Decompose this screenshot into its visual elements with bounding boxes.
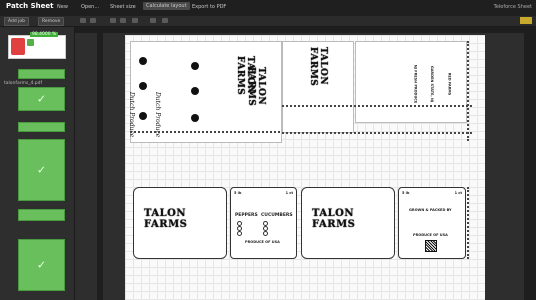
fit-icon[interactable] [132,18,138,23]
count-label: 1 ct [285,191,293,195]
logo-mark-icon [191,87,199,95]
job-thumbnail-selected[interactable] [8,35,66,59]
rotate-icon[interactable] [150,18,156,23]
checkbox-icon [237,231,242,236]
peppers-heading: PEPPERS [235,213,258,218]
job-thumbnail[interactable] [18,69,65,79]
add-job-button[interactable]: Add job [4,17,30,26]
logo-mark-icon [191,62,199,70]
app-brand: Teleforce Sheet [493,4,532,10]
left-ruler [97,33,103,300]
menu-open[interactable]: Open... [81,4,99,10]
logo-mark-icon [139,82,147,90]
check-icon: ✓ [36,163,47,177]
produce-of-label: PRODUCE OF USA [413,233,448,237]
grown-packed-label: GROWN & PACKED BY [409,208,452,212]
undo-icon[interactable] [80,18,86,23]
redo-icon[interactable] [90,18,96,23]
logo-card[interactable]: TALON FARMS [133,187,227,259]
cut-line [282,105,472,107]
app-title: Patch Sheet [6,2,54,10]
cut-line [130,131,280,133]
qr-code-icon [425,240,437,252]
logo-mark-icon [191,114,199,122]
cucumbers-heading: CUCUMBERS [261,213,293,218]
menu-bar: Patch Sheet New Open... Sheet size Calcu… [0,0,536,16]
label-panel-vertical[interactable]: TALON FARMS [282,41,354,133]
pdf-icon [11,38,25,55]
check-icon: ✓ [36,92,47,106]
toolbar: Add job Remove [0,16,536,27]
cut-line [282,132,472,134]
top-ruler [75,27,536,33]
cut-line [467,41,469,141]
job-thumbnail[interactable]: ✓ [18,87,65,111]
logo-card[interactable]: TALON FARMS [301,187,395,259]
logo-mark-icon [139,112,147,120]
check-badge-icon [27,39,34,46]
right-ruler [524,27,536,300]
zoom-out-icon[interactable] [110,18,116,23]
label-panel-vertical[interactable]: Dutch Produce Dutch Produce TALON FARMS … [128,41,282,143]
vertical-text: RED FARMS [447,72,452,96]
logo-mark-icon [139,57,147,65]
remove-button[interactable]: Remove [38,17,65,26]
brand-logo: TALON FARMS [144,208,188,230]
pepper-card[interactable]: 5 lb 1 ct PEPPERS CUCUMBERS PRODUCE OF U… [230,187,297,259]
zoom-in-icon[interactable] [120,18,126,23]
check-icon: ✓ [36,258,47,272]
size-label: 5 lb [402,191,410,195]
align-icon[interactable] [162,18,168,23]
label-panel-info[interactable]: NJ FRESH PRODUCE GARDEN STATE, NJ RED FA… [355,41,467,123]
menu-calculate-layout[interactable]: Calculate layout [143,2,190,10]
cut-line [467,187,469,259]
menu-export-pdf[interactable]: Export to PDF [192,4,226,10]
count-label: 1 ct [454,191,462,195]
job-file-name: talonfarms_4.pdf [4,81,43,86]
layout-canvas[interactable]: Dutch Produce Dutch Produce TALON FARMS … [75,27,536,300]
info-card[interactable]: 5 lb 1 ct GROWN & PACKED BY PRODUCE OF U… [398,187,466,259]
fit-percent: 98.4000 % [30,32,59,37]
vertical-text: NJ FRESH PRODUCE [413,64,418,104]
produce-of-label: PRODUCE OF USA [245,240,280,244]
checkbox-icon [263,231,268,236]
size-label: 5 lb [234,191,242,195]
side-stamp: GARDEN STATE, NJ [430,65,435,103]
job-list-panel: 98.4000 % talonfarms_4.pdf ✓ ✓ ✓ [0,27,75,300]
menu-sheet-size[interactable]: Sheet size [110,4,136,10]
job-thumbnail[interactable]: ✓ [18,139,65,201]
job-thumbnail[interactable] [18,209,65,221]
mode-badge[interactable] [520,17,532,24]
job-thumbnail[interactable]: ✓ [18,239,65,291]
brand-logo: TALON FARMS [312,208,356,230]
menu-new[interactable]: New [57,4,68,10]
job-thumbnail[interactable] [18,122,65,132]
brand-logo: TALON FARMS [246,67,266,107]
